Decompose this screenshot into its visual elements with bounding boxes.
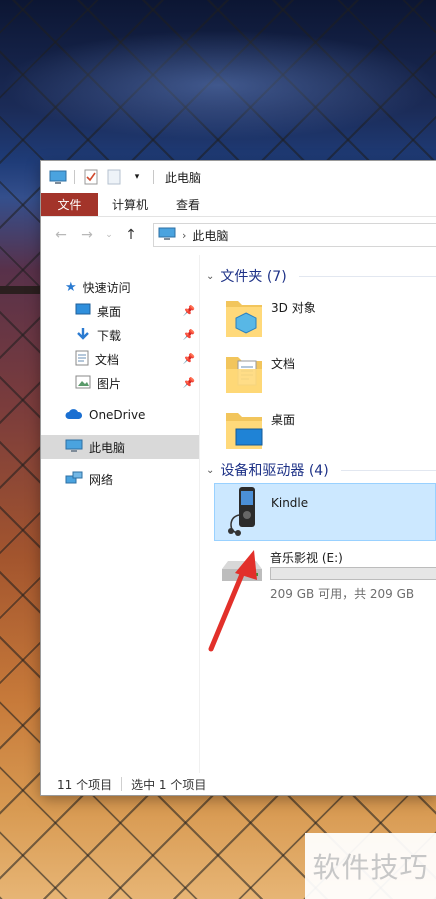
network-icon (65, 471, 83, 488)
nav-this-pc-label: 此电脑 (89, 440, 126, 455)
cloud-icon (65, 408, 83, 423)
media-player-icon (225, 485, 265, 540)
forward-icon[interactable]: → (79, 227, 95, 243)
nav-item-desktop[interactable]: 桌面 📌 (41, 299, 199, 323)
group-divider (340, 469, 436, 471)
folder-item-desktop[interactable]: 桌面 (200, 401, 436, 457)
nav-item-label: 图片 (97, 376, 122, 391)
drive-label: 音乐影视 (E:) (270, 551, 343, 565)
status-selected: 选中 1 个项目 (131, 777, 207, 792)
drive-usage-bar (270, 567, 436, 580)
nav-item-label: 桌面 (97, 304, 122, 319)
title-bar: ▾ 此电脑 (41, 161, 436, 193)
annotation-arrow-icon (208, 550, 257, 652)
folder-label: 3D 对象 (271, 301, 316, 315)
breadcrumb-this-pc[interactable]: 此电脑 (192, 227, 228, 244)
title-separator (74, 170, 75, 184)
back-icon[interactable]: ← (53, 227, 69, 243)
properties-icon[interactable] (82, 169, 100, 185)
nav-onedrive[interactable]: OneDrive (41, 403, 199, 427)
folder-desktop-icon (224, 405, 264, 454)
tab-computer[interactable]: 计算机 (98, 193, 162, 216)
nav-network[interactable]: 网络 (41, 467, 199, 491)
up-icon[interactable]: ↑ (123, 227, 139, 243)
device-item-kindle[interactable]: Kindle (214, 483, 436, 541)
document-icon (75, 350, 89, 369)
computer-icon (49, 169, 67, 185)
wallpaper-glow (0, 30, 436, 140)
pin-icon[interactable]: 📌 (183, 354, 195, 365)
watermark-text: 软件技巧 (305, 833, 436, 899)
explorer-body: ★ 快速访问 桌面 📌 下载 📌 文档 📌 图片 📌 OneDrive 此电脑 … (41, 255, 436, 773)
pin-icon[interactable]: 📌 (183, 330, 195, 341)
tab-file[interactable]: 文件 (41, 193, 98, 216)
folder-item-documents[interactable]: 文档 (200, 345, 436, 401)
desktop-icon (75, 303, 91, 319)
ribbon-tabs: 文件 计算机 查看 (41, 193, 436, 217)
folder-3d-icon (224, 293, 264, 342)
nav-quick-access[interactable]: ★ 快速访问 (41, 275, 199, 299)
nav-network-label: 网络 (89, 472, 114, 487)
star-icon: ★ (65, 279, 77, 295)
customize-dropdown-icon[interactable]: ▾ (128, 169, 146, 185)
nav-item-pictures[interactable]: 图片 📌 (41, 371, 199, 395)
explorer-window: ▾ 此电脑 文件 计算机 查看 ← → ⌄ ↑ › 此电脑 ★ 快速访问 桌面 … (41, 161, 436, 795)
nav-this-pc[interactable]: 此电脑 (41, 435, 199, 459)
address-bar[interactable]: › 此电脑 (153, 223, 436, 247)
nav-item-documents[interactable]: 文档 📌 (41, 347, 199, 371)
wallpaper-rail (0, 286, 44, 294)
drive-info: 209 GB 可用，共 209 GB (270, 587, 415, 601)
chevron-down-icon[interactable]: ⌄ (206, 465, 214, 476)
navigation-pane: ★ 快速访问 桌面 📌 下载 📌 文档 📌 图片 📌 OneDrive 此电脑 … (41, 255, 200, 773)
picture-icon (75, 375, 91, 392)
group-header-devices[interactable]: ⌄ 设备和驱动器 (4) (200, 457, 436, 483)
title-separator-2 (153, 170, 154, 184)
device-label: Kindle (271, 496, 309, 510)
tab-view[interactable]: 查看 (162, 193, 214, 216)
recent-locations-icon[interactable]: ⌄ (105, 230, 113, 240)
pin-icon[interactable]: 📌 (183, 306, 195, 317)
folder-item-3d-objects[interactable]: 3D 对象 (200, 289, 436, 345)
address-row: ← → ⌄ ↑ › 此电脑 (41, 217, 436, 253)
status-separator (121, 777, 123, 791)
folder-label: 文档 (271, 357, 296, 371)
group-header-folders[interactable]: ⌄ 文件夹 (7) (200, 263, 436, 289)
computer-icon (158, 227, 176, 244)
computer-icon (65, 439, 83, 456)
nav-item-downloads[interactable]: 下载 📌 (41, 323, 199, 347)
new-folder-icon[interactable] (105, 169, 123, 185)
chevron-down-icon[interactable]: ⌄ (206, 271, 214, 282)
nav-item-label: 文档 (95, 352, 120, 367)
pin-icon[interactable]: 📌 (183, 378, 195, 389)
nav-item-label: 下载 (97, 328, 122, 343)
window-title: 此电脑 (165, 170, 202, 185)
breadcrumb-chevron-icon[interactable]: › (182, 229, 186, 242)
group-header-folders-label: 文件夹 (7) (220, 269, 287, 285)
status-bar: 11 个项目 选中 1 个项目 (41, 773, 436, 795)
folder-documents-icon (224, 349, 264, 398)
folder-label: 桌面 (271, 413, 296, 427)
status-item-count: 11 个项目 (57, 777, 113, 792)
nav-quick-access-label: 快速访问 (82, 280, 131, 295)
download-icon (75, 327, 91, 344)
nav-onedrive-label: OneDrive (89, 408, 146, 422)
group-header-devices-label: 设备和驱动器 (4) (220, 463, 329, 479)
group-divider (298, 275, 436, 277)
content-pane: ⌄ 文件夹 (7) 3D 对象 文档 桌面 ⌄ 设备和驱动器 (4) Kindl… (200, 255, 436, 773)
